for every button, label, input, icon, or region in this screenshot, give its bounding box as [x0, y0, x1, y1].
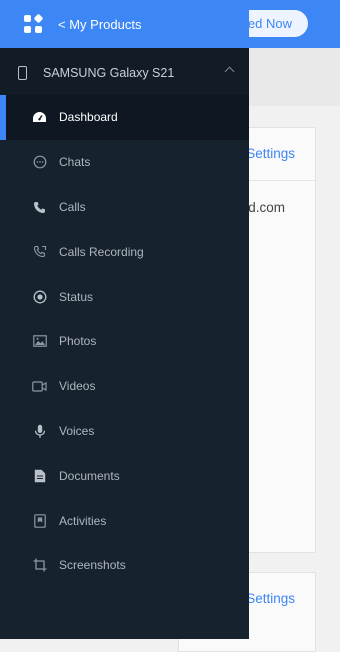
menu-label-screenshots: Screenshots [59, 558, 126, 573]
menu-item-documents[interactable]: Documents [0, 453, 249, 498]
microphone-icon [32, 424, 47, 439]
photo-icon [32, 334, 47, 349]
menu-label-status: Status [59, 289, 94, 304]
chevron-up-icon [224, 66, 235, 77]
menu-item-chats[interactable]: Chats [0, 140, 249, 185]
drawer-menu: Dashboard Chats Calls Calls Recording St… [0, 95, 249, 588]
screenshot-icon [32, 558, 47, 573]
navigation-drawer: < My Products SAMSUNG Galaxy S21 Dashboa… [0, 0, 249, 639]
menu-item-activities[interactable]: Activities [0, 498, 249, 543]
menu-label-videos: Videos [59, 379, 96, 394]
smartphone-icon [18, 66, 27, 80]
dashboard-icon [32, 110, 47, 125]
card2-settings-link[interactable]: Settings [246, 591, 295, 606]
menu-label-voices: Voices [59, 423, 95, 438]
status-icon [32, 289, 47, 304]
drawer-header: < My Products [0, 0, 249, 48]
menu-item-status[interactable]: Status [0, 274, 249, 319]
get-started-label: ed Now [247, 16, 292, 31]
menu-item-videos[interactable]: Videos [0, 364, 249, 409]
menu-label-photos: Photos [59, 334, 97, 349]
my-products-link[interactable]: < My Products [58, 17, 141, 32]
document-icon [32, 468, 47, 483]
menu-item-calls-recording[interactable]: Calls Recording [0, 229, 249, 274]
chat-icon [32, 155, 47, 170]
menu-item-dashboard[interactable]: Dashboard [0, 95, 249, 140]
menu-label-documents: Documents [59, 468, 120, 483]
menu-label-dashboard: Dashboard [59, 110, 118, 125]
menu-item-screenshots[interactable]: Screenshots [0, 543, 249, 588]
activity-icon [32, 513, 47, 528]
call-recording-icon [32, 244, 47, 259]
menu-item-photos[interactable]: Photos [0, 319, 249, 364]
apps-grid-icon[interactable] [24, 13, 44, 33]
menu-label-activities: Activities [59, 513, 107, 528]
phone-icon [32, 200, 47, 215]
device-selector[interactable]: SAMSUNG Galaxy S21 [0, 48, 249, 98]
device-name: SAMSUNG Galaxy S21 [43, 66, 175, 80]
menu-label-calls: Calls [59, 199, 86, 214]
menu-item-calls[interactable]: Calls [0, 185, 249, 230]
card-settings-link[interactable]: Settings [246, 146, 295, 161]
menu-item-voices[interactable]: Voices [0, 409, 249, 454]
menu-label-chats: Chats [59, 155, 91, 170]
menu-label-calls-recording: Calls Recording [59, 244, 144, 259]
card-email: d.com [248, 200, 285, 215]
video-icon [32, 379, 47, 394]
